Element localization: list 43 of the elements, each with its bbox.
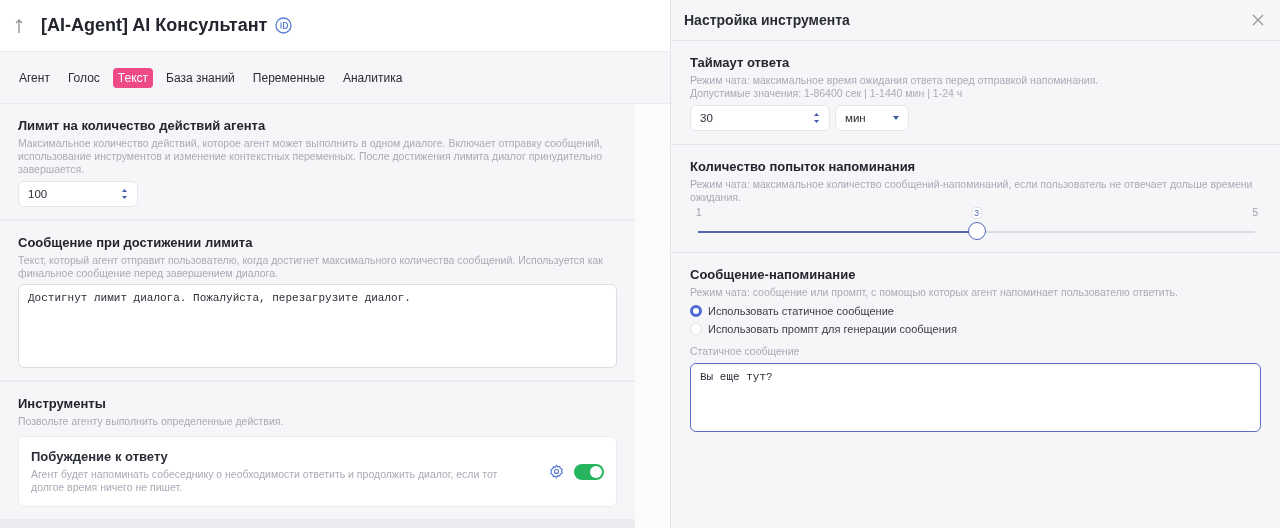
settings-icon[interactable] xyxy=(549,464,564,479)
section-description: Режим чата: сообщение или промпт, с помощью которых агент напоминает пользователю ответить. xyxy=(690,286,1179,299)
tab[interactable]: Текст xyxy=(112,67,154,88)
slider-value-label: 3 xyxy=(971,207,982,219)
message-field[interactable]: Вы еще тут? xyxy=(690,363,1261,432)
slider-min-label: 1 xyxy=(696,207,702,220)
tab[interactable]: База знаний xyxy=(161,67,240,88)
tool-name: Побуждение к ответу xyxy=(31,449,169,464)
radio-label[interactable]: Использовать промпт для генерации сообщения xyxy=(708,323,957,335)
page-title: [AI-Agent] AI Консультант xyxy=(41,15,268,36)
tab[interactable]: Агент xyxy=(14,67,55,88)
spinner-icon[interactable] xyxy=(813,111,820,125)
slider-max-label: 5 xyxy=(1252,207,1258,220)
id-icon[interactable] xyxy=(275,17,293,34)
section-title: Сообщение при достижении лимита xyxy=(18,235,254,250)
section-title: Инструменты xyxy=(18,396,107,411)
tool-description: Агент будет напоминать собеседнику о необходимости ответить и продолжить диалог, если тот долгое время ничего не пишет. xyxy=(31,468,499,494)
section-description: Максимальное количество действий, которое агент может выполнить в одном диалоге. Включает отправку сообщений, использование инструментов и изменение контекстных переменных. После достижения лимита диалог принудительно завершается. xyxy=(18,137,604,176)
section-title: Таймаут ответа xyxy=(690,55,791,70)
tab[interactable]: Голос xyxy=(62,67,105,88)
message-field[interactable]: Достигнут лимит диалога. Пожалуйста, перезагрузите диалог. xyxy=(18,284,617,368)
field-label: Статичное сообщение xyxy=(690,345,801,357)
spinner-icon[interactable] xyxy=(121,187,128,201)
section-title: Сообщение-напоминание xyxy=(690,267,857,282)
toggle-switch[interactable] xyxy=(574,463,604,480)
section-description: Позвольте агенту выполнить определенные действия. xyxy=(18,415,285,428)
section-description: Режим чата: максимальное количество сообщений-напоминаний, если пользователь не отвечает дольше времени ожидания. xyxy=(690,178,1254,204)
unit-dropdown[interactable]: мин xyxy=(835,105,909,131)
number-field[interactable]: 100 xyxy=(18,181,138,207)
number-field[interactable]: 30 xyxy=(690,105,830,131)
close-icon[interactable] xyxy=(1252,14,1264,26)
section-title: Лимит на количество действий агента xyxy=(18,118,267,133)
tab[interactable]: Переменные xyxy=(247,67,330,88)
tab[interactable]: Аналитика xyxy=(337,67,408,88)
caret-icon xyxy=(893,116,899,120)
section-description: Режим чата: максимальное время ожидания ответа перед отправкой напоминания. xyxy=(690,74,1100,87)
slider-thumb[interactable] xyxy=(967,222,986,240)
section-description: Текст, который агент отправит пользователю, когда достигнет максимального количества сообщений. Используется как финальное сообщение перед завершением диалога. xyxy=(18,254,604,280)
radio-button[interactable] xyxy=(690,305,702,317)
radio-label[interactable]: Использовать статичное сообщение xyxy=(708,305,894,317)
section-title: Количество попыток напоминания xyxy=(690,159,917,174)
section-description: Допустимые значения: 1-86400 сек | 1-1440 мин | 1-24 ч xyxy=(690,87,964,100)
panel-title: Настройка инструмента xyxy=(684,12,850,28)
